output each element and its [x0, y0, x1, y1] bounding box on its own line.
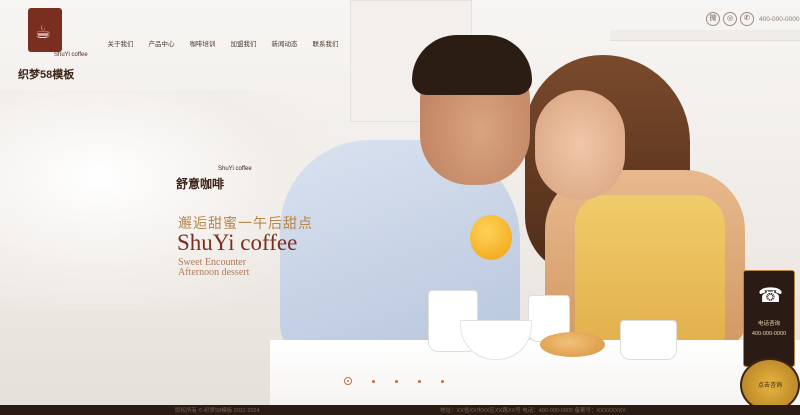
nav-item-contact[interactable]: 联系我们	[305, 38, 346, 48]
weibo-icon[interactable]: 微	[706, 12, 720, 26]
slider-dot[interactable]	[441, 379, 444, 383]
logo-subtitle: ShuYi coffee	[54, 52, 88, 58]
logo-mark-glyph: ☕	[35, 22, 52, 42]
slogan-title: ShuYi coffee	[177, 230, 298, 255]
consult-button-label: 点击咨询	[757, 383, 782, 389]
top-phone-number: 400-000-0000	[759, 15, 800, 23]
side-contact-label: 电话咨询	[757, 321, 780, 327]
croissant	[540, 332, 605, 357]
brand-logo-en: ShuYi coffee	[218, 166, 252, 172]
side-contact-widget: ☎ 电话咨询 400-000-0000 点击咨询	[740, 270, 800, 412]
logo-name: 织梦58模板	[18, 69, 75, 81]
hero-banner	[0, 0, 800, 405]
table	[270, 340, 800, 405]
woman-face	[535, 90, 625, 200]
slider-dot[interactable]	[372, 379, 375, 383]
footer-address: 地址：XX省XX市XX区XX路XX号 电话：400-000-0000 备案号：X…	[440, 408, 626, 414]
phone-icon: ✆	[740, 12, 754, 26]
man-hair	[412, 35, 532, 95]
coffee-cup	[620, 320, 677, 360]
footer-copyright: 版权所有 © 织梦58模板 2011-2024	[175, 408, 260, 414]
consult-button[interactable]: 点击咨询	[740, 358, 800, 412]
side-contact-phone: 400-000-0000	[751, 331, 787, 337]
orange-juice	[470, 215, 512, 260]
background-shelf	[610, 30, 800, 41]
site-logo[interactable]: ☕ ShuYi coffee 织梦58模板	[18, 8, 88, 83]
slider-dot[interactable]	[344, 377, 352, 385]
wechat-icon[interactable]: ◎	[723, 12, 737, 26]
telephone-icon: ☎	[758, 285, 783, 307]
slider-pagination	[344, 377, 444, 385]
footer: 版权所有 © 织梦58模板 2011-2024 地址：XX省XX市XX区XX路X…	[0, 405, 800, 415]
nav-item-join[interactable]: 加盟我们	[223, 38, 264, 48]
coffee-cup-icon: ☕	[28, 8, 62, 52]
slider-dot[interactable]	[418, 379, 421, 383]
side-contact-box: ☎ 电话咨询 400-000-0000	[743, 270, 795, 367]
nav-item-products[interactable]: 产品中心	[141, 38, 182, 48]
nav-item-news[interactable]: 新闻动态	[264, 38, 305, 48]
brand-logo-cn: 舒意咖啡	[176, 177, 225, 191]
slider-dot[interactable]	[395, 379, 398, 383]
slogan-english-line2: Afternoon dessert	[178, 267, 250, 278]
nav-item-training[interactable]: 咖啡培训	[182, 38, 223, 48]
nav-item-about[interactable]: 关于我们	[100, 38, 141, 48]
top-contact-icons: 微 ◎ ✆ 400-000-0000	[706, 12, 799, 26]
main-nav: 关于我们 产品中心 咖啡培训 加盟我们 新闻动态 联系我们	[100, 38, 346, 48]
